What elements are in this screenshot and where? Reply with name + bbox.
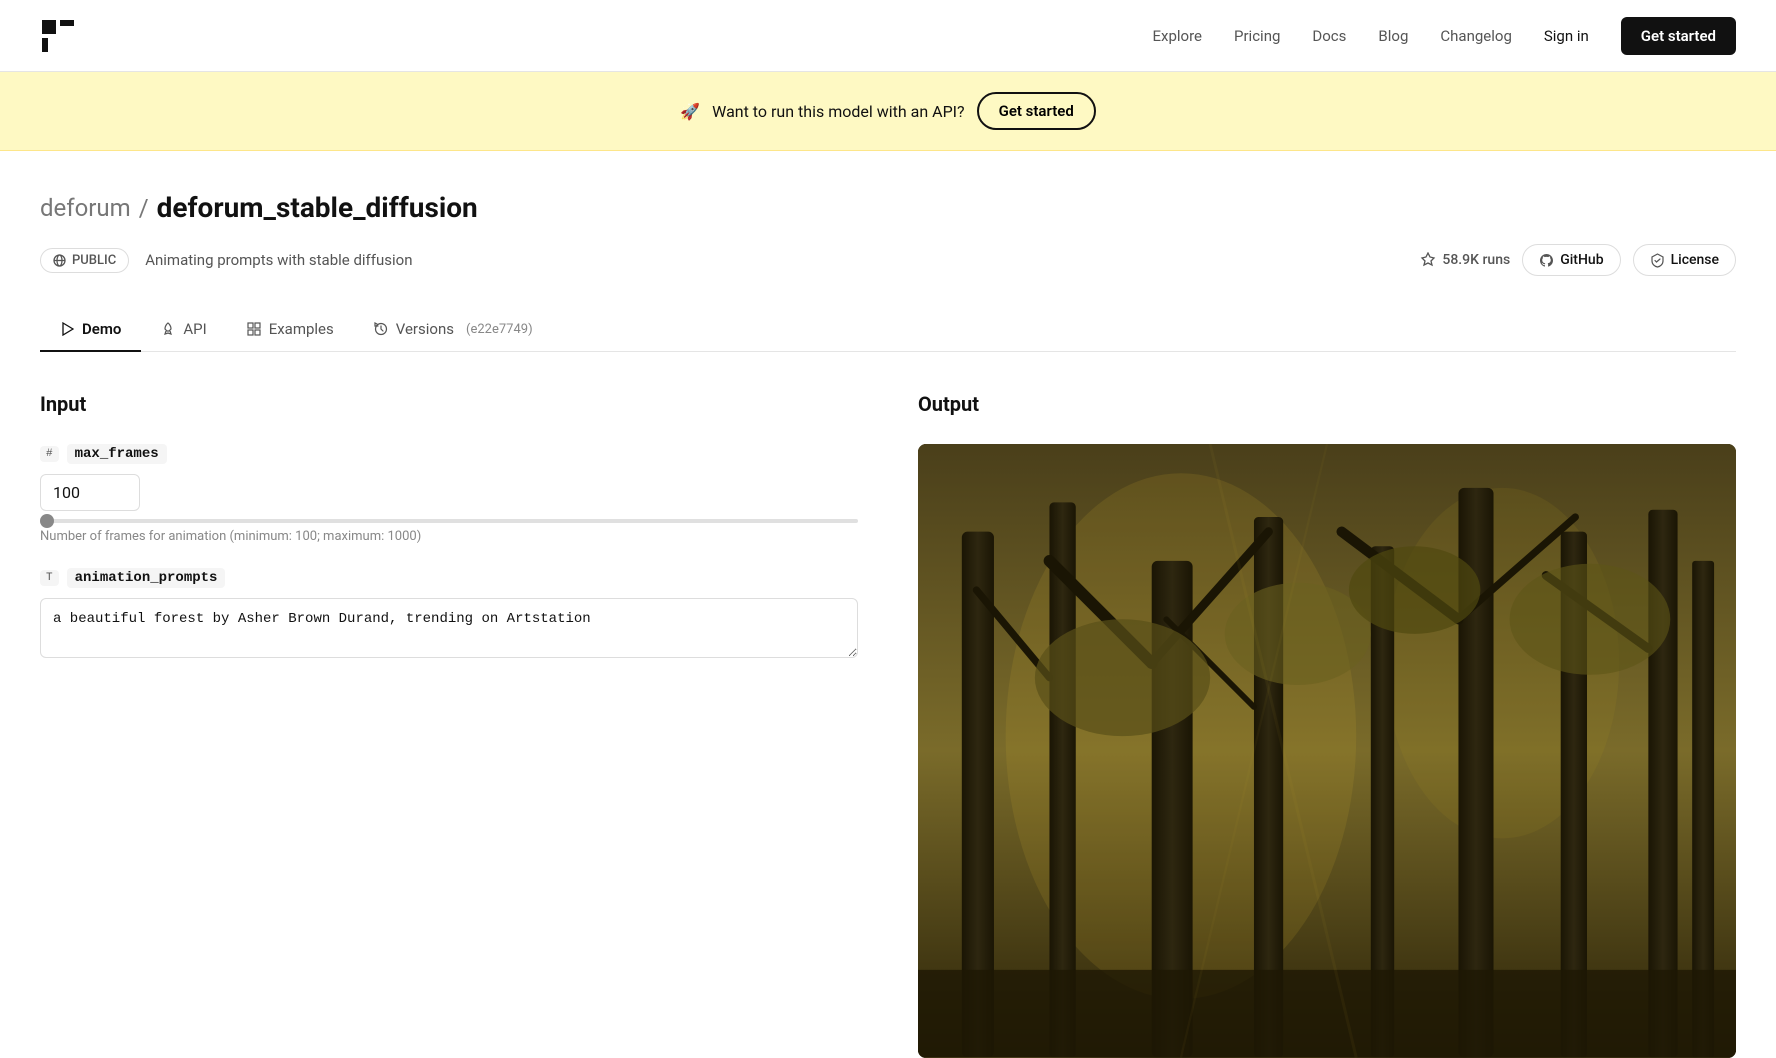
meta-row: PUBLIC Animating prompts with stable dif… xyxy=(40,244,1736,276)
meta-left: PUBLIC Animating prompts with stable dif… xyxy=(40,248,412,273)
signin-button[interactable]: Sign in xyxy=(1544,27,1589,45)
meta-right: 58.9K runs GitHub License xyxy=(1420,244,1736,276)
tab-api-label: API xyxy=(183,320,206,338)
output-image-container xyxy=(918,444,1736,1058)
input-panel: Input # max_frames Number of frames for … xyxy=(40,392,858,1058)
max-frames-hint: Number of frames for animation (minimum:… xyxy=(40,529,858,544)
tab-versions[interactable]: Versions (e22e7749) xyxy=(354,308,553,352)
api-banner: 🚀 Want to run this model with an API? Ge… xyxy=(0,72,1776,151)
play-icon xyxy=(60,322,74,336)
license-icon xyxy=(1650,253,1665,268)
banner-text: Want to run this model with an API? xyxy=(712,102,964,121)
field-name-animation-prompts: animation_prompts xyxy=(67,568,226,588)
grid-icon xyxy=(247,322,261,336)
globe-icon xyxy=(53,254,66,267)
breadcrumb-repo: deforum_stable_diffusion xyxy=(157,191,478,224)
tab-demo[interactable]: Demo xyxy=(40,308,141,352)
field-animation-prompts: T animation_prompts a beautiful forest b… xyxy=(40,568,858,662)
github-button[interactable]: GitHub xyxy=(1522,244,1620,276)
content-grid: Input # max_frames Number of frames for … xyxy=(40,392,1736,1058)
visibility-badge: PUBLIC xyxy=(40,248,129,273)
license-label: License xyxy=(1671,252,1719,268)
version-hash: (e22e7749) xyxy=(466,322,533,337)
github-icon xyxy=(1539,253,1554,268)
nav-pricing[interactable]: Pricing xyxy=(1234,27,1280,45)
slider-row-max-frames xyxy=(40,519,858,523)
tab-demo-label: Demo xyxy=(82,320,121,338)
forest-svg xyxy=(918,444,1736,1058)
output-panel: Output xyxy=(918,392,1736,1058)
breadcrumb-owner[interactable]: deforum xyxy=(40,194,131,222)
field-type-t: T xyxy=(40,570,59,586)
animation-prompts-textarea[interactable]: a beautiful forest by Asher Brown Durand… xyxy=(40,598,858,658)
main-content: deforum / deforum_stable_diffusion PUBLI… xyxy=(0,151,1776,1058)
tab-api[interactable]: API xyxy=(141,308,226,352)
nav-explore[interactable]: Explore xyxy=(1153,27,1203,45)
input-title: Input xyxy=(40,392,858,416)
field-type-hash: # xyxy=(40,446,59,462)
banner-emoji: 🚀 xyxy=(680,102,700,121)
output-title: Output xyxy=(918,392,1736,416)
max-frames-input[interactable] xyxy=(40,474,140,511)
banner-get-started-button[interactable]: Get started xyxy=(977,92,1096,130)
history-icon xyxy=(374,322,388,336)
tab-bar: Demo API Examples Versions xyxy=(40,308,1736,352)
nav-get-started-button[interactable]: Get started xyxy=(1621,17,1736,55)
breadcrumb: deforum / deforum_stable_diffusion xyxy=(40,191,1736,224)
tab-examples[interactable]: Examples xyxy=(227,308,354,352)
field-label-row-max-frames: # max_frames xyxy=(40,444,858,464)
tab-versions-label: Versions xyxy=(396,320,454,338)
runs-count: 58.9K runs xyxy=(1420,252,1510,268)
runs-icon xyxy=(1420,252,1436,268)
breadcrumb-separator: / xyxy=(139,194,149,222)
nav-links: Explore Pricing Docs Blog Changelog Sign… xyxy=(1153,17,1737,55)
logo[interactable] xyxy=(40,18,76,54)
field-label-row-animation-prompts: T animation_prompts xyxy=(40,568,858,588)
visibility-label: PUBLIC xyxy=(72,253,116,268)
model-description: Animating prompts with stable diffusion xyxy=(145,251,412,269)
nav-blog[interactable]: Blog xyxy=(1378,27,1408,45)
field-max-frames: # max_frames Number of frames for animat… xyxy=(40,444,858,544)
runs-label: 58.9K runs xyxy=(1442,252,1510,268)
navbar: Explore Pricing Docs Blog Changelog Sign… xyxy=(0,0,1776,72)
license-button[interactable]: License xyxy=(1633,244,1736,276)
max-frames-slider[interactable] xyxy=(40,519,858,523)
rocket-icon xyxy=(161,322,175,336)
nav-changelog[interactable]: Changelog xyxy=(1440,27,1511,45)
field-name-max-frames: max_frames xyxy=(67,444,167,464)
github-label: GitHub xyxy=(1560,252,1603,268)
tab-examples-label: Examples xyxy=(269,320,334,338)
output-image xyxy=(918,444,1736,1058)
nav-docs[interactable]: Docs xyxy=(1312,27,1346,45)
